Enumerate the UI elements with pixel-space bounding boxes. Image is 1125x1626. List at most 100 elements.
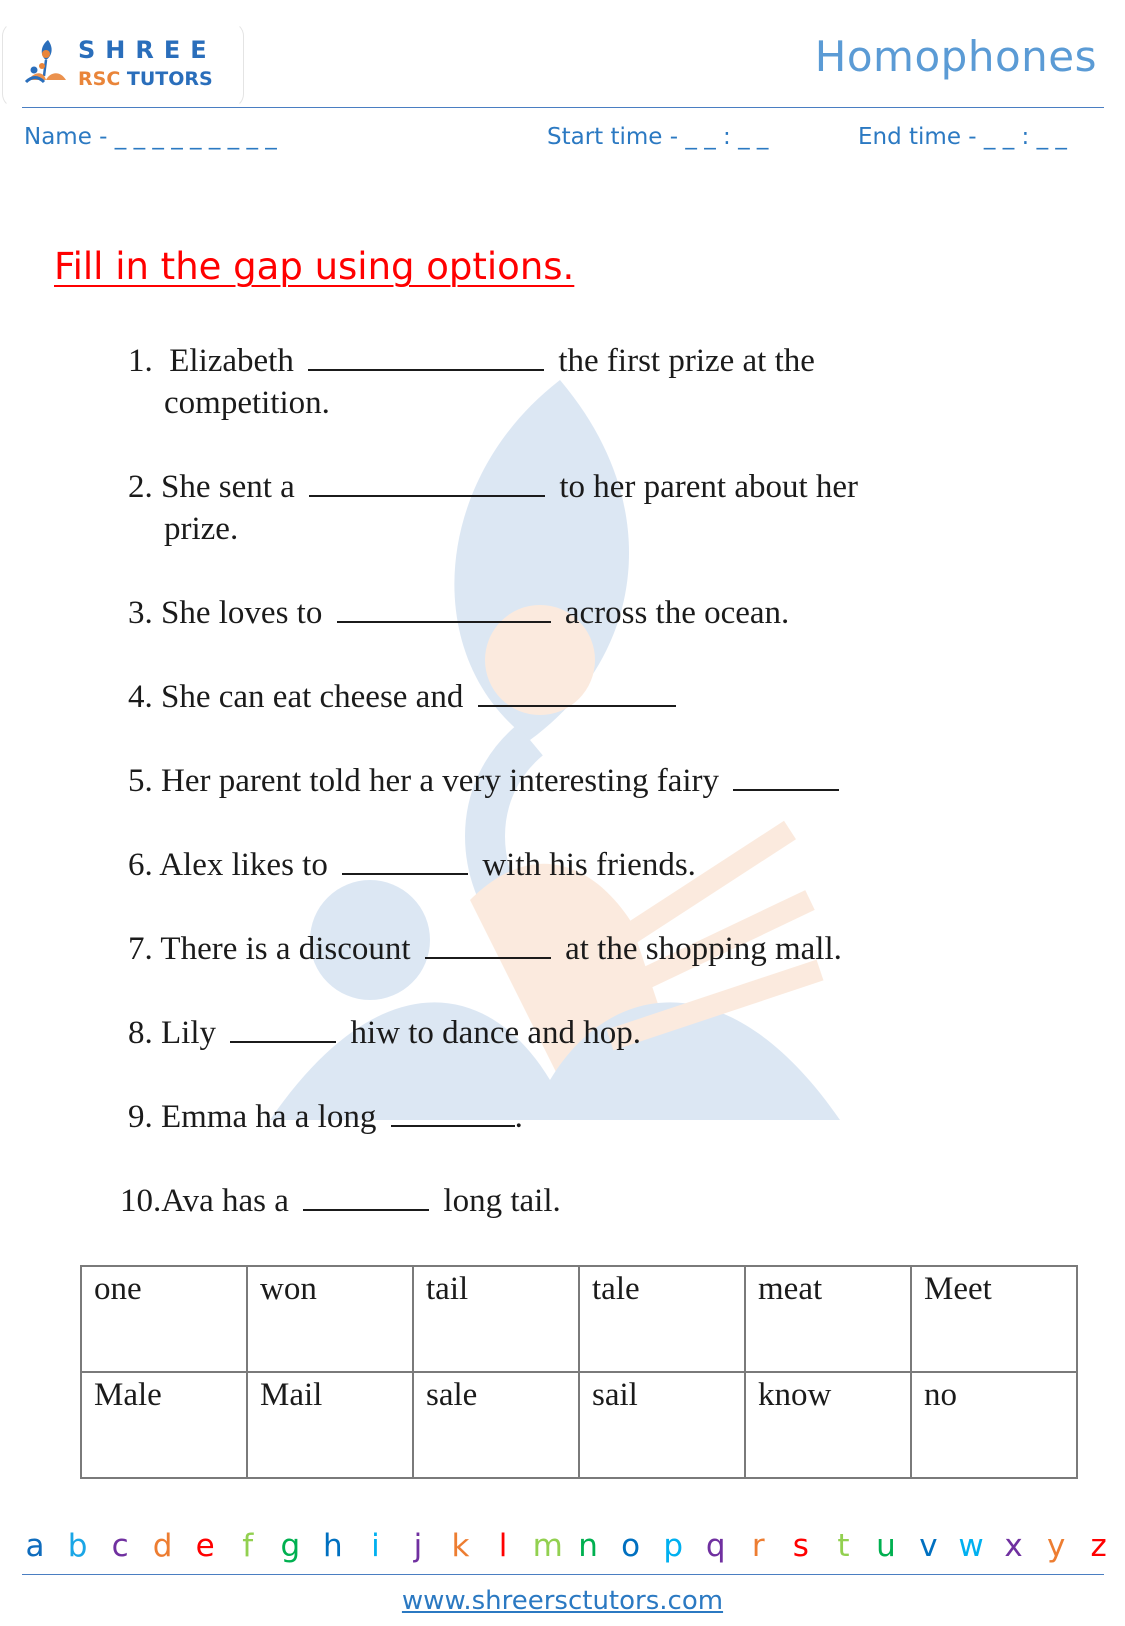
alphabet-letter: n	[578, 1528, 598, 1564]
alphabet-letter: u	[876, 1528, 896, 1564]
alphabet-letter: x	[1004, 1528, 1023, 1564]
alphabet-letter: h	[323, 1528, 343, 1564]
question-text-after: to her parent about her	[559, 469, 859, 505]
question-text-before: Emma ha a long	[161, 1099, 377, 1135]
question-text-after: .	[514, 1099, 523, 1135]
option-cell: sail	[578, 1371, 746, 1479]
alphabet-letter: o	[621, 1528, 641, 1564]
alphabet-letter: d	[152, 1528, 173, 1564]
header-divider	[22, 107, 1104, 108]
question-9: 9. Emma ha a long .	[128, 1096, 523, 1138]
answer-blank[interactable]	[308, 345, 545, 371]
question-1-continuation: competition.	[164, 385, 330, 421]
answer-blank[interactable]	[477, 681, 676, 707]
answer-blank[interactable]	[342, 849, 469, 875]
question-text-after: hiw to dance and hop.	[350, 1015, 642, 1051]
question-10: 10.Ava has a long tail.	[120, 1180, 561, 1222]
option-cell: know	[744, 1371, 912, 1479]
option-cell: tale	[578, 1265, 746, 1373]
question-text-after: with his friends.	[482, 847, 696, 883]
footer-divider	[22, 1574, 1104, 1575]
alphabet-letter: l	[498, 1528, 508, 1564]
question-text-before: Alex likes to	[159, 847, 328, 883]
option-cell: Meet	[910, 1265, 1078, 1373]
question-3: 3. She loves to across the ocean.	[128, 592, 789, 634]
question-number: 8.	[128, 1015, 153, 1051]
shree-rsc-logo-icon	[24, 40, 66, 84]
question-8: 8. Lily hiw to dance and hop.	[128, 1012, 641, 1054]
alphabet-letter: v	[919, 1528, 938, 1564]
option-cell: meat	[744, 1265, 912, 1373]
question-number: 2.	[128, 469, 153, 505]
alphabet-letter: b	[67, 1528, 88, 1564]
question-text-before: Elizabeth	[169, 343, 294, 379]
answer-blank[interactable]	[424, 933, 551, 959]
alphabet-letter: a	[25, 1528, 45, 1564]
start-time-label: Start time - _ _ : _ _	[547, 124, 769, 150]
question-text-after: the first prize at the	[558, 343, 815, 379]
alphabet-letter: w	[958, 1528, 984, 1564]
question-text-before: She can eat cheese and	[161, 679, 464, 715]
end-time-label: End time - _ _ : _ _	[858, 124, 1067, 150]
question-number: 9.	[128, 1099, 153, 1135]
alphabet-letter: r	[751, 1528, 765, 1564]
alphabet-letter: s	[792, 1528, 809, 1564]
answer-blank[interactable]	[390, 1101, 515, 1127]
alphabet-letter: e	[195, 1528, 215, 1564]
question-number: 1.	[128, 343, 153, 379]
name-field-label: Name - _ _ _ _ _ _ _ _ _	[24, 124, 277, 150]
alphabet-letter: f	[242, 1528, 254, 1564]
option-cell: Male	[80, 1371, 248, 1479]
alphabet-letter: q	[705, 1528, 726, 1564]
alphabet-letter: k	[451, 1528, 470, 1564]
question-6: 6. Alex likes to with his friends.	[128, 844, 696, 886]
alphabet-letter: y	[1046, 1528, 1066, 1564]
question-text-before: Ava has a	[161, 1183, 289, 1219]
answer-blank[interactable]	[733, 765, 840, 791]
option-cell: tail	[412, 1265, 580, 1373]
alphabet-letter: c	[111, 1528, 129, 1564]
answer-blank[interactable]	[336, 597, 551, 623]
logo-text-rsc-tutors: RSC TUTORS	[78, 68, 213, 90]
option-cell: won	[246, 1265, 414, 1373]
alphabet-strip: abcdefghijklmnopqrstuvwxyz	[22, 1528, 1112, 1564]
question-1: 1. Elizabeth the first prize at the	[128, 340, 815, 382]
options-row: Male Mail sale sail know no	[80, 1371, 1078, 1479]
answer-blank[interactable]	[309, 471, 546, 497]
question-4: 4. She can eat cheese and	[128, 676, 682, 718]
alphabet-letter: z	[1090, 1528, 1107, 1564]
option-cell: no	[910, 1371, 1078, 1479]
question-7: 7. There is a discount at the shopping m…	[128, 928, 842, 970]
options-table: one won tail tale meat Meet Male Mail sa…	[80, 1265, 1078, 1479]
answer-blank[interactable]	[230, 1017, 337, 1043]
question-number: 6.	[128, 847, 153, 883]
alphabet-letter: j	[413, 1528, 423, 1564]
question-number: 5.	[128, 763, 153, 799]
question-text-after: long tail.	[443, 1183, 561, 1219]
footer: www.shreersctutors.com	[0, 1586, 1125, 1616]
question-text-before: There is a discount	[160, 931, 411, 967]
option-cell: Mail	[246, 1371, 414, 1479]
logo-text-tutors: TUTORS	[120, 68, 213, 90]
question-text-before: Lily	[161, 1015, 216, 1051]
question-number: 4.	[128, 679, 153, 715]
alphabet-letter: g	[280, 1528, 301, 1564]
answer-blank[interactable]	[303, 1185, 430, 1211]
alphabet-letter: i	[371, 1528, 380, 1564]
question-number: 10.	[120, 1183, 162, 1219]
option-cell: one	[80, 1265, 248, 1373]
question-text-before: She loves to	[161, 595, 323, 631]
alphabet-letter: t	[837, 1528, 850, 1564]
logo-text-rsc: RSC	[78, 68, 121, 90]
website-link[interactable]: www.shreersctutors.com	[402, 1586, 723, 1616]
alphabet-letter: m	[532, 1528, 563, 1564]
question-number: 7.	[128, 931, 153, 967]
question-text-after: across the ocean.	[564, 595, 790, 631]
options-row: one won tail tale meat Meet	[80, 1265, 1078, 1373]
instruction-heading: Fill in the gap using options.	[54, 245, 575, 288]
logo-text-shree: SHREE	[78, 36, 217, 64]
alphabet-letter: p	[663, 1528, 684, 1564]
question-2: 2. She sent a to her parent about her	[128, 466, 858, 508]
question-text-before: Her parent told her a very interesting f…	[161, 763, 720, 799]
question-number: 3.	[128, 595, 153, 631]
